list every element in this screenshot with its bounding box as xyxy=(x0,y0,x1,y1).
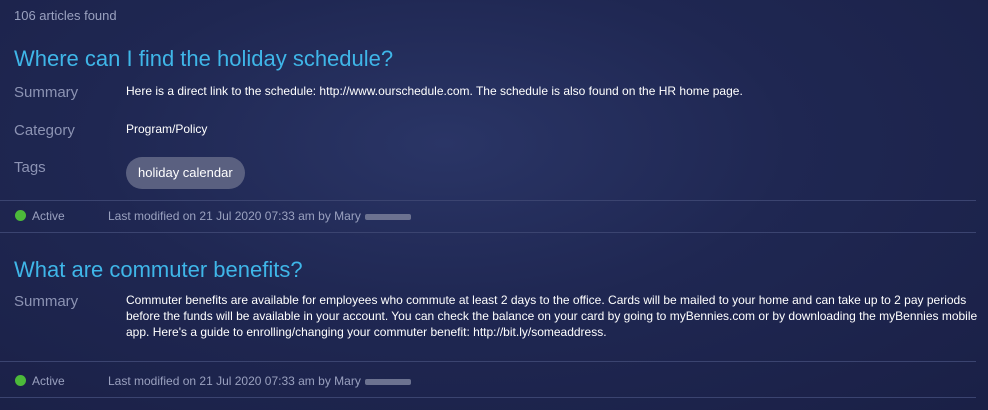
article-title[interactable]: What are commuter benefits? xyxy=(14,257,303,283)
redacted-name xyxy=(364,378,411,385)
tags-label: Tags xyxy=(14,159,46,176)
article-summary: Commuter benefits are available for empl… xyxy=(126,293,978,339)
category-label: Category xyxy=(14,122,75,139)
redacted-name xyxy=(364,213,411,220)
divider xyxy=(0,397,976,398)
article-summary: Here is a direct link to the schedule: h… xyxy=(126,84,743,98)
last-modified-text: Last modified on 21 Jul 2020 07:33 am by… xyxy=(108,209,361,223)
summary-label: Summary xyxy=(14,293,79,310)
divider xyxy=(0,200,976,201)
article-category: Program/Policy xyxy=(126,122,208,136)
status-label: Active xyxy=(32,209,65,223)
status-label: Active xyxy=(32,374,65,388)
article-title[interactable]: Where can I find the holiday schedule? xyxy=(14,46,393,72)
status-active-icon xyxy=(15,375,26,386)
last-modified: Last modified on 21 Jul 2020 07:33 am by… xyxy=(108,374,411,388)
divider xyxy=(0,232,976,233)
results-count: 106 articles found xyxy=(14,8,117,23)
summary-label: Summary xyxy=(14,84,79,101)
last-modified-text: Last modified on 21 Jul 2020 07:33 am by… xyxy=(108,374,361,388)
status-active-icon xyxy=(15,210,26,221)
last-modified: Last modified on 21 Jul 2020 07:33 am by… xyxy=(108,209,411,223)
divider xyxy=(0,361,976,362)
tag-chip[interactable]: holiday calendar xyxy=(126,157,245,189)
